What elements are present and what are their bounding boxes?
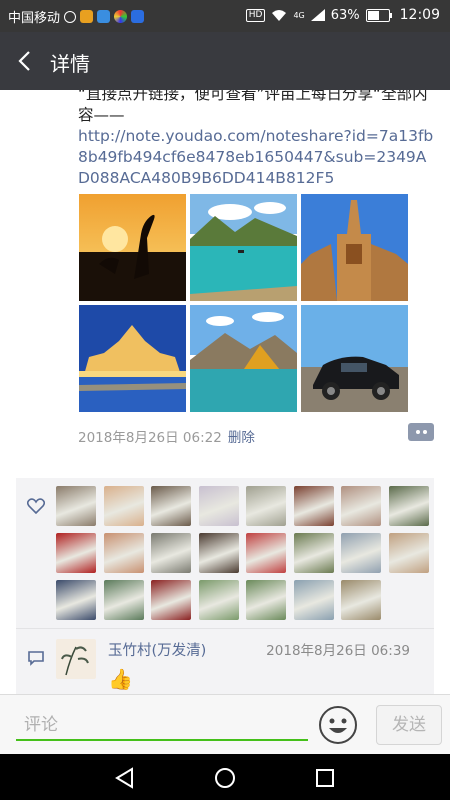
photo-cathedral[interactable]	[301, 194, 408, 301]
wifi-icon	[272, 9, 287, 21]
liker-avatar[interactable]	[198, 533, 239, 573]
photo-alpine-lake[interactable]	[190, 305, 297, 412]
photo-black-suv[interactable]	[301, 305, 408, 412]
app-icon-orange	[80, 10, 94, 23]
page-title: 详情	[50, 52, 90, 76]
liker-avatar[interactable]	[56, 533, 96, 573]
liker-avatar[interactable]	[56, 580, 96, 620]
system-nav-bar	[0, 754, 450, 800]
app-icon-colorful	[114, 10, 128, 23]
comments-panel: 玉竹村(万发清) 2018年8月26日 06:39 👍	[16, 629, 434, 694]
hd-badge: HD	[245, 8, 266, 22]
carrier-label: 中国移动	[8, 11, 61, 26]
comment-input-bar: 发送	[0, 694, 450, 755]
liker-avatar[interactable]	[246, 580, 286, 620]
clock: 12:09	[399, 7, 440, 23]
ink-bamboo-icon	[61, 646, 89, 676]
status-bar: 中国移动 HD 4G 63% 12:09	[0, 0, 450, 32]
app-icon-baidu	[131, 10, 145, 23]
network-label: 4G	[293, 10, 305, 20]
liker-avatar[interactable]	[151, 486, 191, 526]
liker-avatar[interactable]	[103, 486, 144, 526]
liker-avatar[interactable]	[341, 486, 381, 526]
photo-parliament-night[interactable]	[79, 305, 186, 412]
post-link[interactable]: http://note.youdao.com/noteshare?id=7a13…	[78, 126, 438, 189]
delete-link[interactable]: 删除	[228, 430, 255, 446]
liker-avatar[interactable]	[56, 486, 96, 526]
liker-avatar[interactable]	[388, 533, 429, 573]
liker-avatar[interactable]	[151, 580, 191, 620]
liker-avatar[interactable]	[198, 486, 239, 526]
photo-sunset-crane[interactable]	[79, 194, 186, 301]
liker-avatar[interactable]	[103, 533, 144, 573]
title-bar: 详情	[0, 32, 450, 90]
nav-home-icon[interactable]	[212, 765, 238, 791]
nav-recents-icon[interactable]	[312, 765, 338, 791]
liker-avatar[interactable]	[293, 486, 334, 526]
comment-avatar[interactable]	[56, 639, 96, 679]
liker-avatar[interactable]	[198, 580, 239, 620]
liker-avatar[interactable]	[341, 580, 381, 620]
comment-time: 2018年8月26日 06:39	[266, 643, 410, 659]
signal-icon	[310, 9, 325, 21]
post-timestamp: 2018年8月26日 06:22	[78, 430, 222, 446]
likes-panel	[16, 478, 434, 628]
post-text-partial: “直接点开链接，便可查看”评亩上每日分享“全部内容——	[78, 90, 428, 124]
comment-input[interactable]	[16, 711, 308, 741]
notification-icon	[64, 10, 77, 23]
send-button[interactable]: 发送	[376, 705, 442, 745]
liker-avatar[interactable]	[246, 533, 286, 573]
post-meta: 2018年8月26日 06:22 删除	[78, 426, 255, 446]
heart-icon	[27, 498, 45, 514]
nav-back-icon[interactable]	[112, 765, 138, 791]
comment-icon	[28, 651, 44, 666]
battery-icon	[365, 8, 392, 22]
moment-detail[interactable]: “直接点开链接，便可查看”评亩上每日分享“全部内容—— http://note.…	[0, 90, 450, 694]
emoji-icon[interactable]	[318, 705, 358, 745]
battery-percent: 63%	[330, 7, 360, 23]
liker-avatar[interactable]	[293, 533, 334, 573]
liker-avatar[interactable]	[246, 486, 286, 526]
liker-avatar[interactable]	[103, 580, 144, 620]
more-actions-button[interactable]	[408, 423, 434, 441]
comment-author[interactable]: 玉竹村(万发清)	[108, 639, 206, 660]
back-arrow-icon[interactable]	[14, 49, 38, 73]
app-icon-blue	[97, 10, 111, 23]
liker-avatar[interactable]	[388, 486, 429, 526]
post-text: “直接点开链接，便可查看”评亩上每日分享“全部内容—— http://note.…	[78, 90, 438, 189]
liker-avatar[interactable]	[151, 533, 191, 573]
liker-avatar[interactable]	[293, 580, 334, 620]
comment-content: 👍	[108, 667, 133, 691]
photo-lake-mountains[interactable]	[190, 194, 297, 301]
liker-avatar[interactable]	[341, 533, 381, 573]
